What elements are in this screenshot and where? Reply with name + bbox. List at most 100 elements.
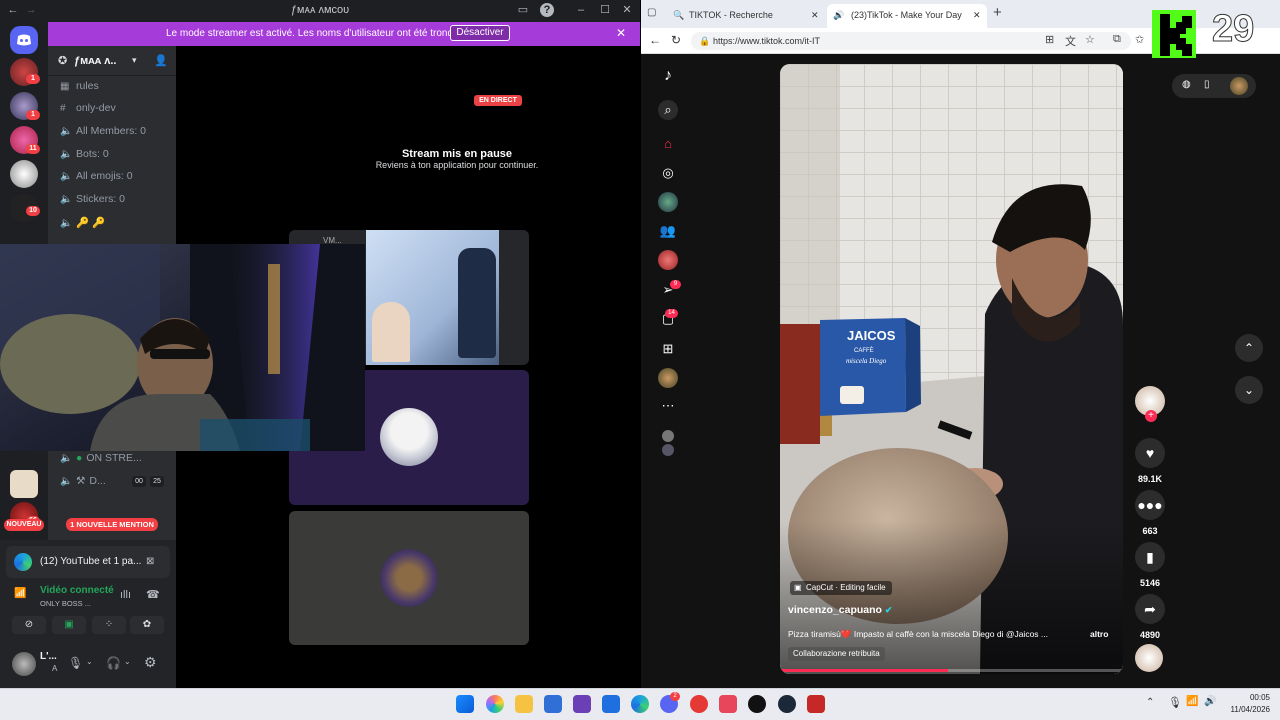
home-icon[interactable]: ⌂: [658, 134, 678, 154]
followed-account-icon[interactable]: [662, 430, 674, 442]
channel-all-members[interactable]: 🔈 All Members: 0: [60, 125, 146, 143]
inbox-icon[interactable]: ▭: [516, 3, 530, 17]
soundboard-icon[interactable]: ✿: [130, 616, 164, 634]
chevron-down-icon[interactable]: ⌄: [1235, 376, 1263, 404]
steam-icon[interactable]: [778, 695, 796, 713]
upload-icon[interactable]: ⊞: [658, 339, 678, 359]
caption-more-link[interactable]: altro: [1090, 629, 1108, 639]
close-tab-icon[interactable]: ✕: [811, 4, 819, 26]
like-action[interactable]: ♥ 89.1K: [1133, 438, 1167, 484]
taskbar-date[interactable]: 11/04/2026: [1216, 705, 1270, 714]
comment-icon[interactable]: ●●●: [1135, 490, 1165, 520]
close-icon[interactable]: ✕: [616, 26, 626, 40]
new-tab-icon[interactable]: +: [993, 4, 1002, 21]
music-disc-icon[interactable]: [1135, 644, 1163, 672]
add-member-icon[interactable]: 👤: [154, 54, 168, 67]
tab-tiktok-feed[interactable]: 🔊 (23)TikTok - Make Your Day ✕: [827, 4, 987, 28]
game-icon[interactable]: [807, 695, 825, 713]
edge-icon[interactable]: [631, 695, 649, 713]
headphones-icon[interactable]: 🎧: [106, 656, 121, 670]
extensions-icon[interactable]: ⧉: [1113, 33, 1121, 46]
settings-gear-icon[interactable]: ⚙: [144, 654, 157, 671]
save-action[interactable]: ▮ 5146: [1133, 542, 1167, 588]
friends-icon[interactable]: 👥: [658, 221, 678, 241]
screen-share-icon[interactable]: ⊠: [146, 556, 154, 567]
back-arrow-icon[interactable]: ←: [649, 33, 661, 47]
voice-row-d[interactable]: 🔈 ⚒ D...: [60, 475, 106, 493]
speaker-icon[interactable]: 🔊: [833, 4, 844, 26]
device-icon[interactable]: ▯: [1204, 79, 1210, 90]
share-arrow-icon[interactable]: ➦: [1135, 594, 1165, 624]
voice-channel-label[interactable]: ONLY BOSS ...: [40, 599, 91, 608]
server-header[interactable]: ✪ ƒᴍᴀᴀ ʌ.. ▾ 👤: [48, 46, 176, 76]
microphone-icon[interactable]: 🎙: [68, 656, 83, 670]
tab-tiktok-search[interactable]: 🔍 TIKTOK - Recherche ✕: [665, 4, 825, 28]
participant-tile[interactable]: [289, 511, 529, 645]
following-avatar-icon[interactable]: [658, 192, 678, 212]
app-available-icon[interactable]: ⊞: [1045, 33, 1054, 46]
channel-all-emojis[interactable]: 🔈 All emojis: 0: [60, 170, 133, 188]
discord-home-icon[interactable]: [10, 26, 38, 54]
copilot-icon[interactable]: [486, 695, 504, 713]
start-windows-icon[interactable]: [456, 695, 474, 713]
maximize-icon[interactable]: ☐: [598, 3, 612, 17]
tiktok-icon[interactable]: [748, 695, 766, 713]
favorite-star-icon[interactable]: ☆: [1085, 33, 1095, 46]
share-action[interactable]: ➦ 4890: [1133, 594, 1167, 640]
channel-rules[interactable]: ▦ rules: [60, 80, 99, 98]
chevron-up-icon[interactable]: ⌃: [1146, 697, 1154, 708]
close-window-icon[interactable]: ✕: [620, 3, 634, 17]
live-avatar-icon[interactable]: [658, 250, 678, 270]
activities-icon[interactable]: ⁘: [92, 616, 126, 634]
followed-account-icon[interactable]: [662, 444, 674, 456]
app-icon[interactable]: [573, 695, 591, 713]
translate-icon[interactable]: 文: [1065, 33, 1076, 49]
favorites-icon[interactable]: ✩: [1135, 33, 1144, 46]
profile-avatar-icon[interactable]: [1230, 77, 1248, 95]
bookmark-icon[interactable]: ▮: [1135, 542, 1165, 572]
profile-avatar-icon[interactable]: [658, 368, 678, 388]
tab-actions-icon[interactable]: ▢: [647, 7, 656, 18]
file-explorer-icon[interactable]: [515, 695, 533, 713]
channel-bots[interactable]: 🔈 Bots: 0: [60, 148, 109, 166]
voice-connected-label[interactable]: Vidéo connecté: [40, 585, 114, 596]
tiktok-logo-icon[interactable]: ♪: [658, 66, 678, 86]
follow-plus-icon[interactable]: +: [1145, 410, 1157, 422]
new-mention-badge[interactable]: 1 NOUVELLE MENTION: [66, 518, 158, 531]
pocket-icon[interactable]: [719, 695, 737, 713]
screen-share-active-icon[interactable]: ▣: [52, 616, 86, 634]
more-icon[interactable]: ⋯: [658, 396, 678, 416]
network-icon[interactable]: 📶: [1186, 696, 1198, 707]
coins-icon[interactable]: ◍: [1182, 79, 1191, 90]
minimize-icon[interactable]: –: [574, 3, 588, 17]
server-icon[interactable]: [10, 160, 38, 188]
activity-card[interactable]: (12) YouTube et 1 pa... ⊠: [6, 546, 170, 578]
disconnect-icon[interactable]: ☎: [146, 588, 160, 601]
mail-icon[interactable]: [602, 695, 620, 713]
chevron-up-icon[interactable]: ⌃: [1235, 334, 1263, 362]
microphone-icon[interactable]: 🎙: [1168, 696, 1182, 709]
chevron-down-icon[interactable]: ⌄: [86, 657, 93, 666]
video-player[interactable]: JAICOS CAFFÈ miscela Diego ▣ CapCut · Ed…: [780, 64, 1123, 674]
noise-suppression-icon[interactable]: ıllı: [120, 589, 131, 601]
search-icon[interactable]: ⌕: [658, 100, 678, 120]
camera-off-icon[interactable]: ⊘: [12, 616, 46, 634]
chevron-down-icon[interactable]: ⌄: [124, 657, 131, 666]
author-name[interactable]: vincenzo_capuano ✔: [788, 604, 892, 616]
channel-keys[interactable]: 🔈 🔑 🔑: [60, 216, 105, 234]
store-icon[interactable]: [544, 695, 562, 713]
video-progress-track[interactable]: [780, 669, 1123, 672]
server-icon[interactable]: [10, 470, 38, 498]
app-icon[interactable]: [690, 695, 708, 713]
new-badge[interactable]: NOUVEAU: [4, 519, 44, 531]
explore-compass-icon[interactable]: ◎: [658, 163, 678, 183]
user-avatar[interactable]: [12, 652, 36, 676]
capcut-tag[interactable]: ▣ CapCut · Editing facile: [790, 581, 892, 595]
refresh-icon[interactable]: ↻: [671, 33, 681, 47]
volume-icon[interactable]: 🔊: [1204, 696, 1216, 707]
help-icon[interactable]: ?: [540, 3, 554, 17]
channel-stickers[interactable]: 🔈 Stickers: 0: [60, 193, 125, 211]
comment-action[interactable]: ●●● 663: [1133, 490, 1167, 536]
heart-icon[interactable]: ♥: [1135, 438, 1165, 468]
taskbar-time[interactable]: 00:05: [1216, 693, 1270, 702]
